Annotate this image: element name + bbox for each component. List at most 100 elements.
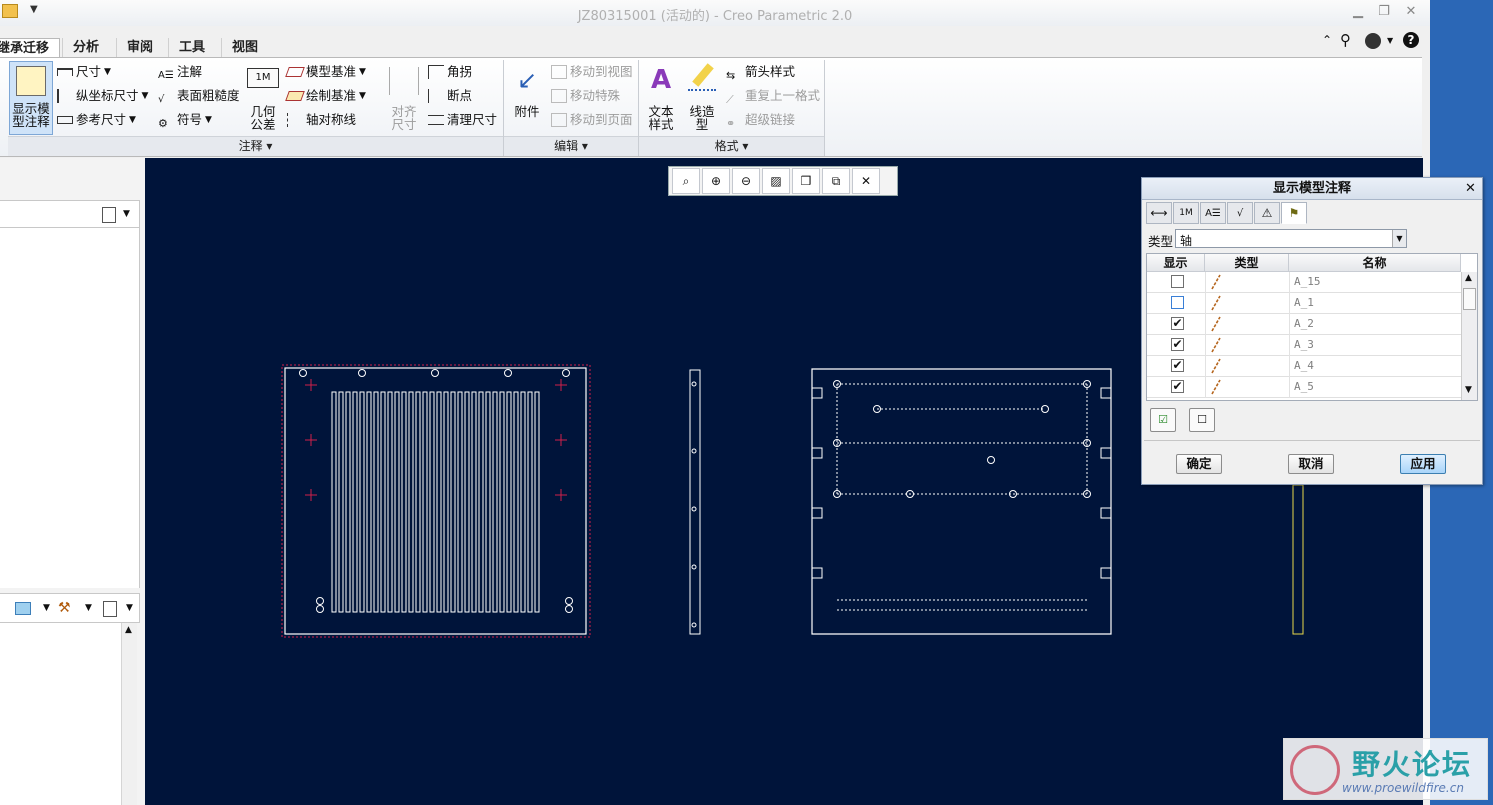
table-row[interactable]: A_15 bbox=[1147, 272, 1461, 293]
dimension-button[interactable]: 尺寸 ▼ bbox=[57, 61, 111, 83]
table-vertical-scrollbar[interactable]: ▲ ▼ bbox=[1461, 272, 1477, 400]
fin bbox=[450, 391, 456, 613]
tab-surface-finish-icon[interactable]: √ bbox=[1227, 202, 1253, 224]
column-header-name[interactable]: 名称 bbox=[1289, 254, 1461, 272]
group-format-footer[interactable]: 格式 ▾ bbox=[639, 136, 824, 156]
reference-dimension-button[interactable]: 参考尺寸 ▼ bbox=[57, 109, 136, 131]
tab-tools[interactable]: 工具 bbox=[168, 38, 215, 58]
arrow-style-button[interactable]: ⇆ 箭头样式 bbox=[726, 61, 795, 83]
fin bbox=[513, 391, 519, 613]
show-checkbox[interactable]: ✔ bbox=[1171, 380, 1184, 393]
tools-icon[interactable]: ⚒ bbox=[58, 600, 71, 616]
group-edit-footer[interactable]: 编辑 ▾ bbox=[504, 136, 638, 156]
model-datum-button[interactable]: 模型基准 ▼ bbox=[285, 61, 366, 83]
tab-review[interactable]: 审阅 bbox=[116, 38, 163, 58]
show-checkbox[interactable]: ✔ bbox=[1171, 317, 1184, 330]
vertical-scrollbar[interactable]: ▲ bbox=[121, 623, 137, 805]
tab-legacy-migration[interactable]: 继承迁移 bbox=[0, 38, 61, 59]
tab-gtol-icon[interactable]: 1M bbox=[1173, 202, 1199, 224]
tab-view[interactable]: 视图 bbox=[221, 38, 268, 58]
table-row[interactable]: ✔ A_3 bbox=[1147, 335, 1461, 356]
dialog-close-icon[interactable]: ✕ bbox=[1465, 181, 1476, 196]
type-label: 类型 bbox=[1148, 234, 1174, 249]
fin bbox=[492, 391, 498, 613]
tab-notes-icon[interactable]: A☰ bbox=[1200, 202, 1226, 224]
sketch-datum-button[interactable]: 绘制基准 ▼ bbox=[285, 85, 366, 107]
scroll-up-icon[interactable]: ▲ bbox=[125, 625, 132, 635]
show-model-annotations-label: 显示模 型注释 bbox=[12, 101, 50, 129]
note-button[interactable]: A☰ 注解 bbox=[158, 61, 202, 83]
tab-dimensions-icon[interactable]: ⟷ bbox=[1146, 202, 1172, 224]
repeat-last-format-button[interactable]: ⟋ 重复上一格式 bbox=[726, 85, 820, 107]
display-style-icon[interactable]: ❒ bbox=[792, 168, 820, 194]
align-dimensions-button[interactable]: 对齐 尺寸 bbox=[386, 61, 422, 135]
zoom-in-icon[interactable]: ⊕ bbox=[702, 168, 730, 194]
annotation-display-icon[interactable]: ⧉ bbox=[822, 168, 850, 194]
repaint-icon[interactable]: ▨ bbox=[762, 168, 790, 194]
tree-settings-icon[interactable] bbox=[102, 207, 116, 223]
select-all-button[interactable]: ☑ bbox=[1150, 408, 1176, 432]
tree-dropdown-icon[interactable]: ▼ bbox=[123, 209, 130, 219]
tab-analysis[interactable]: 分析 bbox=[62, 38, 109, 58]
zoom-out-icon[interactable]: ⊖ bbox=[732, 168, 760, 194]
column-header-type[interactable]: 类型 bbox=[1205, 254, 1289, 272]
text-style-button[interactable]: A 文本 样式 bbox=[642, 61, 680, 135]
show-icon[interactable] bbox=[15, 602, 31, 615]
line-style-button[interactable]: 线造 型 bbox=[683, 61, 721, 135]
axis-symmetry-button[interactable]: 轴对称线 bbox=[287, 109, 356, 131]
type-select[interactable]: 轴 ▼ bbox=[1175, 229, 1407, 248]
fin bbox=[520, 391, 526, 613]
chevron-down-icon[interactable]: ▼ bbox=[1392, 230, 1406, 247]
table-row[interactable]: ✔ A_2 bbox=[1147, 314, 1461, 335]
text-style-icon: A bbox=[650, 65, 672, 95]
tree-settings-icon[interactable] bbox=[103, 601, 117, 617]
tree-settings-dropdown-icon[interactable]: ▼ bbox=[126, 603, 133, 613]
datum-display-icon[interactable]: ✕ bbox=[852, 168, 880, 194]
geometric-tolerance-button[interactable]: 1M 几何 公差 bbox=[244, 61, 282, 135]
show-checkbox[interactable]: ✔ bbox=[1171, 359, 1184, 372]
scroll-down-icon[interactable]: ▼ bbox=[1465, 385, 1472, 395]
show-checkbox[interactable] bbox=[1171, 275, 1184, 288]
fin bbox=[359, 391, 365, 613]
surface-finish-button[interactable]: √ 表面粗糙度 bbox=[158, 85, 240, 107]
jog-button[interactable]: 角拐 bbox=[428, 61, 472, 83]
ordinate-dimension-button[interactable]: 纵坐标尺寸 ▼ bbox=[57, 85, 148, 107]
move-special-button[interactable]: 移动特殊 bbox=[551, 85, 620, 107]
table-row[interactable]: ✔ A_5 bbox=[1147, 377, 1461, 398]
show-checkbox[interactable] bbox=[1171, 296, 1184, 309]
show-dropdown-icon[interactable]: ▼ bbox=[43, 603, 50, 613]
close-icon[interactable]: ✕ bbox=[1400, 4, 1422, 20]
scroll-up-icon[interactable]: ▲ bbox=[1465, 273, 1472, 283]
jog-label: 角拐 bbox=[447, 64, 473, 79]
restore-icon[interactable]: ❐ bbox=[1373, 4, 1395, 20]
apply-button[interactable]: 应用 bbox=[1400, 454, 1446, 474]
symbol-button[interactable]: ⚙ 符号 ▼ bbox=[158, 109, 212, 131]
cancel-button[interactable]: 取消 bbox=[1288, 454, 1334, 474]
table-row[interactable]: A_1 bbox=[1147, 293, 1461, 314]
tools-dropdown-icon[interactable]: ▼ bbox=[85, 603, 92, 613]
show-checkbox[interactable]: ✔ bbox=[1171, 338, 1184, 351]
group-annotate-footer[interactable]: 注释 ▾ bbox=[8, 136, 503, 156]
show-model-annotations-button[interactable]: 显示模 型注释 bbox=[9, 61, 53, 135]
drawing-tree[interactable] bbox=[0, 228, 140, 588]
jog-icon bbox=[428, 65, 444, 79]
scroll-thumb[interactable] bbox=[1463, 288, 1476, 310]
move-to-page-button[interactable]: 移动到页面 bbox=[551, 109, 633, 131]
tab-symbols-icon[interactable]: ⚠ bbox=[1254, 202, 1280, 224]
table-row[interactable]: ✔ A_4 bbox=[1147, 356, 1461, 377]
move-to-view-button[interactable]: 移动到视图 bbox=[551, 61, 633, 83]
deselect-all-button[interactable]: ☐ bbox=[1189, 408, 1215, 432]
breakpoint-button[interactable]: 断点 bbox=[428, 85, 472, 107]
window-title: JZ80315001 (活动的) - Creo Parametric 2.0 bbox=[577, 9, 853, 24]
refit-icon[interactable]: ⌕ bbox=[672, 168, 700, 194]
reference-dimension-label: 参考尺寸 bbox=[76, 112, 127, 127]
attachment-button[interactable]: ↙ 附件 bbox=[508, 61, 546, 135]
cleanup-dimensions-button[interactable]: 清理尺寸 bbox=[428, 109, 497, 131]
tab-datums-icon[interactable]: ⚑ bbox=[1281, 202, 1307, 224]
minimize-icon[interactable]: ▁ bbox=[1347, 4, 1369, 20]
column-header-show[interactable]: 显示 bbox=[1147, 254, 1205, 272]
title-bar: ▼ JZ80315001 (活动的) - Creo Parametric 2.0… bbox=[0, 0, 1430, 26]
hyperlink-button[interactable]: ⚭ 超级链接 bbox=[726, 109, 795, 131]
model-tree[interactable] bbox=[0, 623, 122, 805]
ok-button[interactable]: 确定 bbox=[1176, 454, 1222, 474]
